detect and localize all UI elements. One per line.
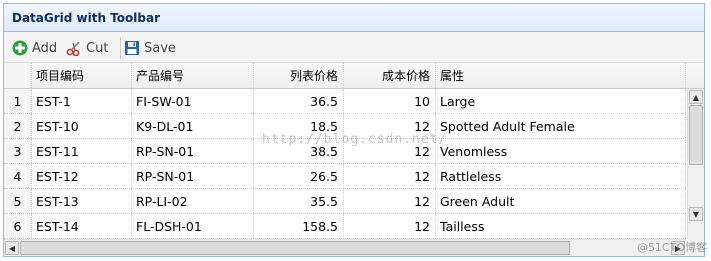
- grid-header: 项目编码 产品编号 列表价格 成本价格 属性: [4, 63, 704, 89]
- cell-attr: Large: [436, 89, 686, 113]
- cell-attr: Green Adult: [436, 189, 686, 213]
- cut-button[interactable]: Cut: [66, 38, 108, 58]
- table-row[interactable]: 2 EST-10 K9-DL-01 18.5 12 Spotted Adult …: [4, 114, 686, 139]
- cell-attr: Tailless: [436, 214, 686, 238]
- cell-item: EST-10: [32, 114, 132, 138]
- cell-cost: 12: [344, 139, 436, 163]
- brand-watermark: @51CTO博客: [636, 241, 707, 254]
- column-header-list-price[interactable]: 列表价格: [254, 63, 344, 88]
- cell-product: RP-LI-02: [132, 189, 254, 213]
- table-row[interactable]: 3 EST-11 RP-SN-01 38.5 12 Venomless: [4, 139, 686, 164]
- column-header-attr[interactable]: 属性: [436, 63, 686, 88]
- cell-item: EST-11: [32, 139, 132, 163]
- vertical-scrollbar[interactable]: ▲ ▼: [687, 89, 704, 239]
- datagrid-panel: DataGrid with Toolbar Add Cut Save 项目编码 …: [3, 3, 705, 257]
- cell-cost: 12: [344, 214, 436, 238]
- add-label: Add: [32, 40, 58, 56]
- horizontal-scroll-thumb[interactable]: [20, 241, 570, 255]
- cell-cost: 10: [344, 89, 436, 113]
- cell-product: RP-SN-01: [132, 139, 254, 163]
- cell-product: FI-SW-01: [132, 89, 254, 113]
- cell-list-price: 18.5: [254, 114, 344, 138]
- cell-list-price: 26.5: [254, 164, 344, 188]
- row-number: 5: [4, 189, 32, 213]
- table-row[interactable]: 1 EST-1 FI-SW-01 36.5 10 Large: [4, 89, 686, 114]
- toolbar-separator: [120, 37, 122, 59]
- grid-body: 1 EST-1 FI-SW-01 36.5 10 Large 2 EST-10 …: [4, 89, 686, 239]
- cell-product: K9-DL-01: [132, 114, 254, 138]
- row-number: 4: [4, 164, 32, 188]
- cell-cost: 12: [344, 164, 436, 188]
- scroll-down-icon[interactable]: ▼: [689, 207, 703, 221]
- add-button[interactable]: Add: [12, 38, 57, 58]
- cell-item: EST-14: [32, 214, 132, 238]
- rownumber-header: [4, 63, 32, 88]
- table-row[interactable]: 4 EST-12 RP-SN-01 26.5 12 Rattleless: [4, 164, 686, 189]
- row-number: 1: [4, 89, 32, 113]
- plus-circle-icon: [12, 40, 28, 56]
- vertical-scroll-thumb[interactable]: [689, 105, 703, 165]
- cell-list-price: 38.5: [254, 139, 344, 163]
- row-number: 6: [4, 214, 32, 238]
- cell-item: EST-13: [32, 189, 132, 213]
- cell-product: RP-SN-01: [132, 164, 254, 188]
- cell-product: FL-DSH-01: [132, 214, 254, 238]
- cell-list-price: 35.5: [254, 189, 344, 213]
- row-number: 2: [4, 114, 32, 138]
- save-label: Save: [144, 40, 176, 56]
- floppy-disk-icon: [124, 40, 140, 56]
- cell-item: EST-12: [32, 164, 132, 188]
- cell-list-price: 158.5: [254, 214, 344, 238]
- row-number: 3: [4, 139, 32, 163]
- horizontal-scrollbar[interactable]: ◀ ▶: [4, 239, 686, 256]
- cell-attr: Venomless: [436, 139, 686, 163]
- toolbar: Add Cut Save: [4, 32, 704, 63]
- panel-header: DataGrid with Toolbar: [4, 4, 704, 32]
- table-row[interactable]: 6 EST-14 FL-DSH-01 158.5 12 Tailless: [4, 214, 686, 239]
- cell-attr: Spotted Adult Female: [436, 114, 686, 138]
- scroll-up-icon[interactable]: ▲: [689, 90, 703, 104]
- cell-cost: 12: [344, 114, 436, 138]
- column-header-item[interactable]: 项目编码: [32, 63, 132, 88]
- table-row[interactable]: 5 EST-13 RP-LI-02 35.5 12 Green Adult: [4, 189, 686, 214]
- cell-cost: 12: [344, 189, 436, 213]
- panel-title: DataGrid with Toolbar: [12, 11, 160, 25]
- scroll-left-icon[interactable]: ◀: [5, 241, 19, 255]
- cell-list-price: 36.5: [254, 89, 344, 113]
- column-header-cost[interactable]: 成本价格: [344, 63, 436, 88]
- cell-attr: Rattleless: [436, 164, 686, 188]
- cell-item: EST-1: [32, 89, 132, 113]
- column-header-product[interactable]: 产品编号: [132, 63, 254, 88]
- cut-label: Cut: [86, 40, 109, 56]
- save-button[interactable]: Save: [124, 38, 176, 58]
- scissors-icon: [66, 40, 82, 56]
